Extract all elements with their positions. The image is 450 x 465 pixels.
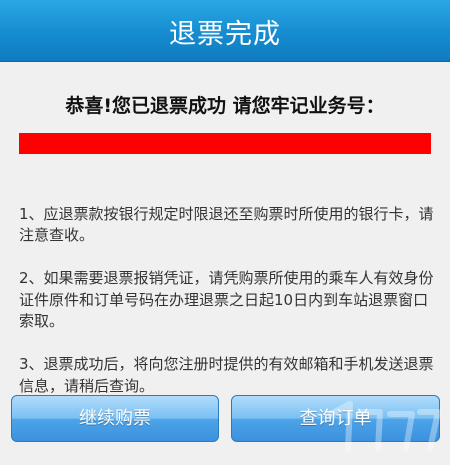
- content-area: 恭喜!您已退票成功 请您牢记业务号： 1、应退票款按银行规定时限退还至购票时所使…: [0, 62, 450, 465]
- refund-notes: 1、应退票款按银行规定时限退还至购票时所使用的银行卡，请注意查收。 2、如果需要…: [19, 182, 434, 419]
- success-headline: 恭喜!您已退票成功 请您牢记业务号：: [65, 95, 385, 117]
- page-title: 退票完成: [169, 19, 281, 50]
- note-item: 1、应退票款按银行规定时限退还至购票时所使用的银行卡，请注意查收。: [19, 204, 434, 245]
- note-item: 3、退票成功后，将向您注册时提供的有效邮箱和手机发送退票信息，请稍后查询。: [19, 355, 434, 395]
- continue-purchase-button[interactable]: 继续购票: [11, 395, 219, 442]
- note-item: 2、如果需要退票报销凭证，请凭购票所使用的乘车人有效身份证件原件和订单号码在办理…: [19, 269, 434, 330]
- business-number-redaction-bar: [19, 133, 431, 154]
- app: 退票完成 恭喜!您已退票成功 请您牢记业务号： 1、应退票款按银行规定时限退还至…: [0, 0, 450, 465]
- watermark-icon: [327, 401, 441, 452]
- title-bar: 退票完成: [0, 0, 450, 62]
